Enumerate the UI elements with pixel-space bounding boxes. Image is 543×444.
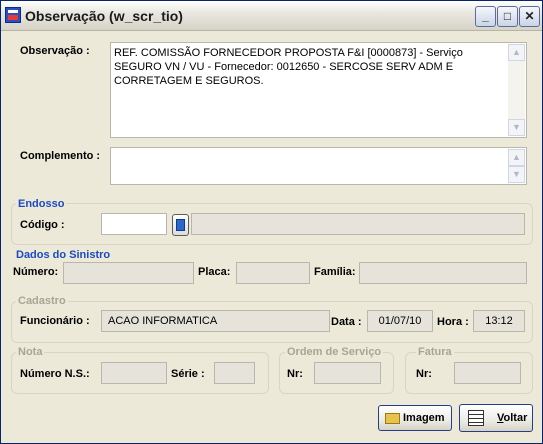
- codigo-input[interactable]: [101, 213, 167, 235]
- funcionario-field: ACAO INFORMATICA: [101, 310, 330, 332]
- folder-icon: [385, 413, 400, 424]
- observacao-textarea[interactable]: REF. COMISSÃO FORNECEDOR PROPOSTA F&I [0…: [110, 42, 527, 138]
- minimize-button[interactable]: _: [475, 6, 496, 27]
- fatura-title: Fatura: [416, 346, 454, 358]
- lookup-button[interactable]: [172, 214, 189, 236]
- scroll-up-arrow-icon[interactable]: ▲: [508, 149, 525, 166]
- voltar-button[interactable]: Voltar: [459, 404, 533, 432]
- data-label: Data :: [331, 316, 362, 328]
- numero-ns-label: Número N.S.:: [20, 368, 90, 380]
- data-field: 01/07/10: [367, 310, 433, 332]
- app-icon: [5, 7, 21, 23]
- serie-field[interactable]: [214, 362, 255, 384]
- list-icon: [468, 410, 484, 426]
- voltar-button-label: Voltar: [497, 412, 528, 424]
- observacao-label: Observação :: [20, 45, 90, 57]
- imagem-button-label: Imagem: [403, 412, 445, 424]
- ordem-servico-title: Ordem de Serviço: [285, 346, 384, 358]
- scroll-up-arrow-icon[interactable]: ▲: [508, 44, 525, 61]
- funcionario-label: Funcionário :: [20, 315, 90, 327]
- observacao-text: REF. COMISSÃO FORNECEDOR PROPOSTA F&I [0…: [114, 47, 463, 87]
- cadastro-title: Cadastro: [16, 295, 68, 307]
- hora-field: 13:12: [473, 310, 525, 332]
- endosso-title: Endosso: [16, 198, 67, 210]
- complemento-textarea[interactable]: ▲ ▼: [110, 147, 527, 185]
- ordem-servico-nr-field[interactable]: [314, 362, 381, 384]
- scroll-down-arrow-icon[interactable]: ▼: [508, 119, 525, 136]
- fatura-nr-field[interactable]: [454, 362, 521, 384]
- numero-label: Número:: [13, 266, 59, 278]
- title-bar[interactable]: Observação (w_scr_tio) _ □ ✕: [1, 1, 542, 31]
- serie-label: Série :: [171, 368, 205, 380]
- familia-field[interactable]: [359, 262, 527, 284]
- scroll-down-arrow-icon[interactable]: ▼: [508, 166, 525, 183]
- codigo-label: Código :: [20, 219, 65, 231]
- nota-title: Nota: [16, 346, 45, 358]
- placa-label: Placa:: [198, 266, 231, 278]
- hora-label: Hora :: [437, 316, 469, 328]
- numero-ns-field[interactable]: [101, 362, 167, 384]
- fatura-nr-label: Nr:: [416, 368, 432, 380]
- sinistro-title: Dados do Sinistro: [16, 249, 111, 261]
- window: Observação (w_scr_tio) _ □ ✕ Observação …: [0, 0, 543, 444]
- close-button[interactable]: ✕: [519, 6, 540, 27]
- familia-label: Família:: [314, 266, 356, 278]
- endosso-description-field: [191, 213, 525, 235]
- complemento-label: Complemento :: [20, 150, 101, 162]
- imagem-button[interactable]: Imagem: [378, 405, 452, 431]
- ordem-servico-nr-label: Nr:: [287, 368, 303, 380]
- numero-field[interactable]: [63, 262, 194, 284]
- maximize-button[interactable]: □: [497, 6, 518, 27]
- observacao-scrollbar[interactable]: ▲ ▼: [508, 44, 525, 136]
- placa-field[interactable]: [236, 262, 310, 284]
- lookup-icon: [176, 219, 185, 231]
- complemento-scrollbar[interactable]: ▲ ▼: [508, 149, 525, 183]
- window-title: Observação (w_scr_tio): [25, 8, 183, 24]
